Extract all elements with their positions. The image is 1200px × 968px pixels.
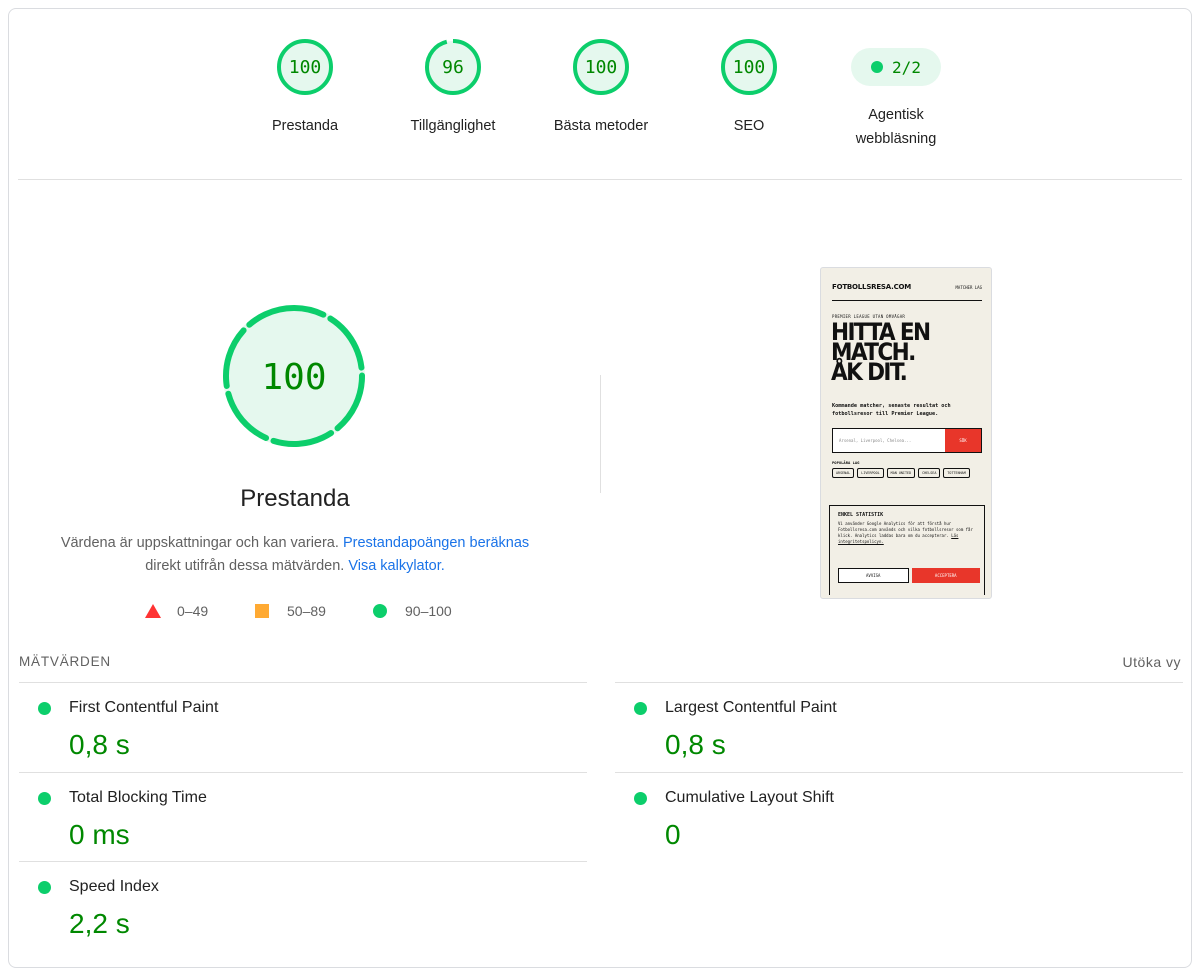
metric-label: Cumulative Layout Shift <box>665 789 834 806</box>
metric-value: 0,8 s <box>665 729 726 760</box>
legend-pass: 90–100 <box>373 603 452 619</box>
site-header: FOTBOLLSRESA.COM MATCHER LAG <box>832 283 982 291</box>
metric-cls: Cumulative Layout Shift 0 <box>615 772 1183 862</box>
decline-button: AVVISA <box>838 568 909 583</box>
gauge-seo[interactable]: 100 SEO <box>684 37 814 138</box>
pass-dot-icon <box>634 792 647 805</box>
gauge-label: Agentisk webbläsning <box>831 103 961 151</box>
gauge-score: 100 <box>585 57 618 78</box>
hero-line: ÅK DIT. <box>831 358 908 386</box>
popular-teams-label: POPULÄRA LAG <box>832 460 860 465</box>
final-screenshot[interactable]: FOTBOLLSRESA.COM MATCHER LAG PREMIER LEA… <box>820 267 992 599</box>
report-card: 100 Prestanda 96 Tillgänglighet 100 Bäst… <box>8 8 1192 968</box>
performance-title: Prestanda <box>240 485 350 512</box>
desc-text: direkt utifrån dessa mätvärden. <box>145 558 345 574</box>
performance-score: 100 <box>261 357 326 398</box>
legend-label: 90–100 <box>405 603 452 619</box>
circle-icon <box>373 604 387 618</box>
gauge-agentic-browsing[interactable]: 2/2 Agentisk webbläsning <box>831 37 961 151</box>
metric-label: First Contentful Paint <box>69 699 219 716</box>
metric-lcp: Largest Contentful Paint 0,8 s <box>615 682 1183 772</box>
metric-value: 0,8 s <box>69 729 130 760</box>
category-gauges: 100 Prestanda 96 Tillgänglighet 100 Bäst… <box>9 9 1193 180</box>
score-calculation-link[interactable]: Prestandapoängen beräknas <box>343 535 529 551</box>
pass-dot-icon <box>38 702 51 715</box>
gauge-best-practices[interactable]: 100 Bästa metoder <box>536 37 666 138</box>
legend-average: 50–89 <box>255 603 326 619</box>
site-nav: MATCHER LAG <box>955 284 983 290</box>
team-chip: LIVERPOOL <box>857 468 884 478</box>
site-search-button: SÖK <box>945 429 981 452</box>
site-hero-title: HITTA EN MATCH. ÅK DIT. <box>831 320 971 386</box>
accept-button: ACCEPTERA <box>911 568 980 583</box>
gauge-label: Bästa metoder <box>553 118 649 134</box>
screenshot-page: FOTBOLLSRESA.COM MATCHER LAG PREMIER LEA… <box>826 273 988 595</box>
legend-fail: 0–49 <box>145 603 208 619</box>
gauge-score: 100 <box>733 57 766 78</box>
metric-label: Speed Index <box>69 878 159 895</box>
gauge-accessibility[interactable]: 96 Tillgänglighet <box>388 37 518 138</box>
gauge-ring: 96 <box>425 39 481 95</box>
divider <box>18 179 1182 180</box>
cookie-buttons: AVVISA ACCEPTERA <box>838 568 980 583</box>
gauge-label: Prestanda <box>271 118 339 134</box>
team-chip: TOTTENHAM <box>943 468 970 478</box>
gauge-label: SEO <box>733 118 765 134</box>
metric-value: 0 ms <box>69 819 130 850</box>
legend-label: 50–89 <box>287 603 326 619</box>
agentic-value: 2/2 <box>892 57 921 77</box>
performance-description: Värdena är uppskattningar och kan varier… <box>39 532 551 578</box>
cookie-title: ENKEL STATISTIK <box>838 512 884 518</box>
square-icon <box>255 604 269 618</box>
performance-gauge: 100 <box>223 305 365 447</box>
pass-dot-icon <box>871 61 884 73</box>
gauge-ring: 100 <box>721 39 777 95</box>
site-logo: FOTBOLLSRESA.COM <box>832 283 912 291</box>
metric-value: 2,2 s <box>69 908 130 939</box>
gauge-label: Tillgänglighet <box>410 118 496 134</box>
pass-dot-icon <box>38 881 51 894</box>
site-search: Arsenal, Liverpool, Chelsea... SÖK <box>832 428 982 453</box>
pass-dot-icon <box>38 792 51 805</box>
gauge-label-line: webbläsning <box>855 131 937 147</box>
metric-label: Total Blocking Time <box>69 789 207 806</box>
triangle-icon <box>145 604 161 618</box>
metric-fcp: First Contentful Paint 0,8 s <box>19 682 587 772</box>
metrics-title: MÄTVÄRDEN <box>19 654 111 669</box>
team-chips: ARSENAL LIVERPOOL MAN UNITED CHELSEA TOT… <box>832 468 982 478</box>
team-chip: ARSENAL <box>832 468 855 478</box>
expand-view-toggle[interactable]: Utöka vy <box>1123 654 1181 670</box>
divider <box>832 300 982 301</box>
legend-label: 0–49 <box>177 603 209 619</box>
metric-value: 0 <box>665 819 681 850</box>
site-subtitle: Kommande matcher, senaste resultat och f… <box>832 403 951 417</box>
score-legend: 0–49 50–89 90–100 <box>9 603 581 623</box>
desc-text: Värdena är uppskattningar och kan varier… <box>60 535 339 551</box>
metrics-header: MÄTVÄRDEN Utöka vy <box>19 651 1181 675</box>
gauge-label-line: Agentisk <box>868 107 924 123</box>
gauge-performance[interactable]: 100 Prestanda <box>240 37 370 138</box>
gauge-score: 100 <box>289 57 322 78</box>
cookie-banner: ENKEL STATISTIK Vi använder Google Analy… <box>829 505 985 595</box>
pass-dot-icon <box>634 702 647 715</box>
gauge-ring: 100 <box>573 39 629 95</box>
metric-label: Largest Contentful Paint <box>665 699 837 716</box>
gauge-ring: 100 <box>277 39 333 95</box>
metric-speed-index: Speed Index 2,2 s <box>19 861 587 951</box>
team-chip: CHELSEA <box>918 468 941 478</box>
cookie-text: Vi använder Google Analytics för att för… <box>838 521 980 545</box>
calculator-link[interactable]: Visa kalkylator. <box>348 558 444 574</box>
gauge-score: 96 <box>442 57 464 78</box>
metric-tbt: Total Blocking Time 0 ms <box>19 772 587 862</box>
agentic-pill: 2/2 <box>851 48 941 86</box>
site-search-placeholder: Arsenal, Liverpool, Chelsea... <box>839 438 912 443</box>
team-chip: MAN UNITED <box>886 468 916 478</box>
vertical-divider <box>600 375 601 493</box>
